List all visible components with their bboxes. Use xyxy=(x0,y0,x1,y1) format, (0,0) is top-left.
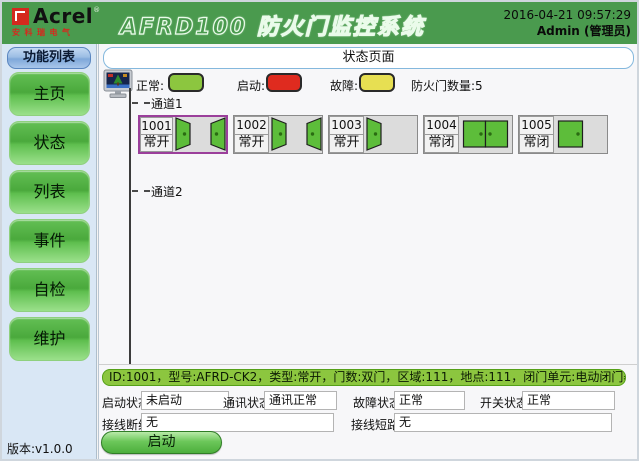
sidebar-item-list[interactable]: 列表 xyxy=(9,170,90,214)
field-value-box[interactable]: 通讯正常 xyxy=(264,391,337,410)
status-page: 状态页面 正常: 启动: 故障: 防火门数量:5 通道1 1001常开1002常… xyxy=(98,44,637,461)
version-label: 版本:v1.0.0 xyxy=(7,440,73,457)
door-id-cells: 1001常开 xyxy=(140,117,173,152)
datetime-label: 2016-04-21 09:57:29 xyxy=(504,7,631,23)
sidebar-item-maintenance[interactable]: 维护 xyxy=(9,317,90,361)
door-item-1003[interactable]: 1003常开 xyxy=(328,115,418,154)
detail-separator xyxy=(99,364,637,365)
legend-fault-label: 故障: xyxy=(330,77,358,94)
door-status: 常开 xyxy=(234,135,269,153)
door-item-1002[interactable]: 1002常开 xyxy=(233,115,323,154)
field-value-box[interactable]: 正常 xyxy=(394,391,465,410)
door-icon xyxy=(173,117,226,152)
field-value-box[interactable]: 未启动 xyxy=(141,391,229,410)
door-id-cells: 1004常闭 xyxy=(424,116,459,153)
door-info-banner: ID:1001，型号:AFRD-CK2，类型:常开，门数:双门，区域:111，地… xyxy=(102,369,626,386)
door-id: 1001 xyxy=(140,117,173,135)
door-status: 常开 xyxy=(140,135,173,152)
legend-normal-label: 正常: xyxy=(136,77,164,94)
legend-normal-swatch xyxy=(168,73,204,92)
current-user-label: Admin (管理员) xyxy=(504,23,631,39)
acrel-logo: Acrel ® 安科瑞电气 xyxy=(12,6,122,38)
door-id: 1005 xyxy=(519,116,554,135)
door-status: 常开 xyxy=(329,135,364,153)
door-id: 1002 xyxy=(234,116,269,135)
app-title: AFRD100 防火门监控系统 xyxy=(120,9,425,41)
door-count-label: 防火门数量:5 xyxy=(411,77,483,94)
door-status: 常闭 xyxy=(519,135,554,153)
acrel-logo-icon xyxy=(12,8,29,25)
door-row: 1001常开1002常开1003常开1004常闭1005常闭 xyxy=(138,115,613,155)
field-value-box[interactable]: 正常 xyxy=(522,391,615,410)
door-status: 常闭 xyxy=(424,135,459,153)
tree-branch-channel2 xyxy=(132,190,150,192)
channel1-label: 通道1 xyxy=(151,95,183,112)
door-id-cells: 1002常开 xyxy=(234,116,269,153)
door-icon xyxy=(364,116,417,153)
door-id-cells: 1005常闭 xyxy=(519,116,554,153)
legend-start-swatch xyxy=(266,73,302,92)
sidebar-title: 功能列表 xyxy=(7,47,91,69)
door-id: 1004 xyxy=(424,116,459,135)
sidebar-item-status[interactable]: 状态 xyxy=(9,121,90,165)
door-item-1005[interactable]: 1005常闭 xyxy=(518,115,608,154)
brand-name: Acrel xyxy=(33,6,93,26)
trademark-symbol: ® xyxy=(93,6,100,14)
door-id: 1003 xyxy=(329,116,364,135)
page-title: 状态页面 xyxy=(103,47,634,69)
sidebar: 功能列表 主页 状态 列表 事件 自检 维护 版本:v1.0.0 xyxy=(2,44,97,461)
app-window: Acrel ® 安科瑞电气 AFRD100 防火门监控系统 2016-04-21… xyxy=(0,0,639,461)
header-bar: Acrel ® 安科瑞电气 AFRD100 防火门监控系统 2016-04-21… xyxy=(2,2,637,44)
sidebar-item-selftest[interactable]: 自检 xyxy=(9,268,90,312)
door-item-1001[interactable]: 1001常开 xyxy=(138,115,228,154)
field-value-box[interactable]: 无 xyxy=(141,413,334,432)
door-item-1004[interactable]: 1004常闭 xyxy=(423,115,513,154)
field-value-box[interactable]: 无 xyxy=(394,413,612,432)
brand-subtitle: 安科瑞电气 xyxy=(12,27,122,38)
sidebar-item-events[interactable]: 事件 xyxy=(9,219,90,263)
door-id-cells: 1003常开 xyxy=(329,116,364,153)
tree-branch-channel1 xyxy=(132,102,150,104)
start-button[interactable]: 启动 xyxy=(101,431,222,454)
sidebar-item-home[interactable]: 主页 xyxy=(9,72,90,116)
tree-trunk-line xyxy=(129,88,131,364)
door-icon xyxy=(554,116,607,153)
door-icon xyxy=(459,116,512,153)
legend-fault-swatch xyxy=(359,73,395,92)
legend-start-label: 启动: xyxy=(237,77,265,94)
door-icon xyxy=(269,116,322,153)
channel2-label: 通道2 xyxy=(151,183,183,200)
